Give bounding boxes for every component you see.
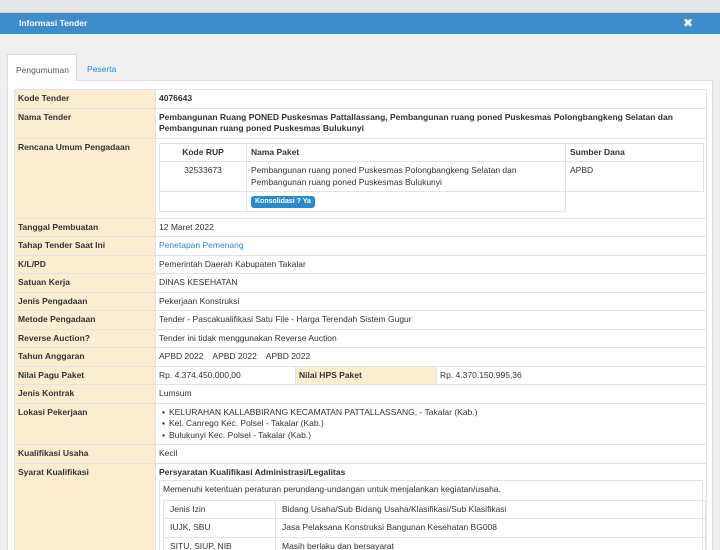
row-jenis-pengadaan: Jenis Pengadaan Pekerjaan Konstruksi	[14, 291, 708, 311]
syarat-key: SITU, SIUP, NIB	[163, 536, 276, 550]
rup-header-sumber: Sumber Dana	[565, 142, 704, 162]
value-nama-tender: Pembangunan Ruang PONED Puskesmas Pattal…	[154, 107, 708, 139]
row-nilai-pagu: Nilai Pagu Paket Rp. 4.374.450.000,00 Ni…	[14, 365, 708, 385]
tab-pengumuman[interactable]: Pengumuman	[7, 54, 77, 81]
row-kualifikasi: Kualifikasi Usaha Kecil	[14, 444, 708, 464]
syarat-value: Bidang Usaha/Sub Bidang Usaha/Klasifikas…	[275, 499, 706, 519]
label-satuan-kerja: Satuan Kerja	[14, 273, 156, 293]
row-klpd: K/L/PD Pemerintah Daerah Kabupaten Takal…	[14, 254, 708, 274]
label-lokasi: Lokasi Pekerjaan	[14, 402, 156, 445]
rup-header-nama: Nama Paket	[246, 142, 566, 162]
label-tahun-anggaran: Tahun Anggaran	[14, 347, 156, 367]
value-jenis-kontrak: Lumsum	[154, 384, 708, 404]
row-lokasi: Lokasi Pekerjaan KELURAHAN KALLABBIRANG …	[14, 402, 708, 445]
row-metode: Metode Pengadaan Tender - Pascakualifika…	[14, 310, 708, 330]
top-strip	[0, 0, 720, 13]
rup-nama: Pembangunan ruang poned Puskesmas Polong…	[246, 161, 566, 192]
label-nilai-hps: Nilai HPS Paket	[295, 365, 437, 385]
syarat-value: Masih berlaku dan bersayarat	[275, 536, 706, 550]
tab-bar: Pengumuman Peserta	[7, 54, 713, 81]
tab-peserta[interactable]: Peserta	[79, 54, 124, 81]
syarat-note: Memenuhi ketentuan peraturan perundang-u…	[163, 484, 501, 494]
row-kode-tender: Kode Tender 4076643	[14, 89, 708, 109]
list-item: Bulukunyi Kec. Polsel - Takalar (Kab.)	[162, 430, 703, 442]
value-klpd: Pemerintah Daerah Kabupaten Takalar	[154, 254, 708, 274]
label-tanggal: Tanggal Pembuatan	[14, 217, 156, 237]
rup-sumber: APBD	[565, 161, 704, 192]
label-metode: Metode Pengadaan	[14, 310, 156, 330]
label-nilai-pagu: Nilai Pagu Paket	[14, 365, 156, 385]
label-kualifikasi: Kualifikasi Usaha	[14, 444, 156, 464]
rup-header-kode: Kode RUP	[159, 142, 247, 162]
row-syarat: Syarat Kualifikasi Persyaratan Kualifika…	[14, 462, 708, 550]
row-tanggal: Tanggal Pembuatan 12 Maret 2022	[14, 217, 708, 237]
row-nama-tender: Nama Tender Pembangunan Ruang PONED Pusk…	[14, 107, 708, 139]
tahap-link[interactable]: Penetapan Pemenang	[159, 240, 244, 250]
label-tahap: Tahap Tender Saat Ini	[14, 236, 156, 256]
value-tahun-anggaran: APBD 2022 APBD 2022 APBD 2022	[154, 347, 708, 367]
row-satuan-kerja: Satuan Kerja DINAS KESEHATAN	[14, 273, 708, 293]
syarat-key: Jenis Izin	[163, 499, 276, 519]
rup-empty-2	[566, 192, 704, 212]
value-satuan-kerja: DINAS KESEHATAN	[154, 273, 708, 293]
syarat-heading: Persyaratan Kualifikasi Administrasi/Leg…	[159, 466, 346, 477]
list-item: Kel. Canrego Kec. Polsel - Takalar (Kab.…	[162, 418, 703, 430]
value-reverse-auction: Tender ini tidak menggunakan Reverse Auc…	[154, 328, 708, 348]
value-jenis-pengadaan: Pekerjaan Konstruksi	[154, 291, 708, 311]
syarat-table: Jenis Izin Bidang Usaha/Sub Bidang Usaha…	[163, 499, 706, 550]
label-kode-tender: Kode Tender	[14, 89, 156, 109]
label-jenis-pengadaan: Jenis Pengadaan	[14, 291, 156, 311]
rup-table: Kode RUP Nama Paket Sumber Dana 32533673…	[159, 142, 704, 212]
lokasi-list: KELURAHAN KALLABBIRANG KECAMATAN PATTALL…	[159, 407, 703, 442]
value-lokasi: KELURAHAN KALLABBIRANG KECAMATAN PATTALL…	[154, 402, 708, 445]
modal-header: Informasi Tender ✖	[0, 13, 720, 34]
label-jenis-kontrak: Jenis Kontrak	[14, 384, 156, 404]
tender-info-modal: Informasi Tender ✖ Pengumuman Peserta Ko…	[0, 13, 720, 550]
value-kualifikasi: Kecil	[154, 444, 708, 464]
rup-kode: 32533673	[159, 161, 247, 192]
value-rup: Kode RUP Nama Paket Sumber Dana 32533673…	[154, 137, 708, 219]
tab-panel-pengumuman: Kode Tender 4076643 Nama Tender Pembangu…	[7, 81, 713, 550]
row-rup: Rencana Umum Pengadaan Kode RUP Nama Pak…	[14, 137, 708, 219]
value-kode-tender: 4076643	[154, 89, 708, 109]
row-reverse-auction: Reverse Auction? Tender ini tidak menggu…	[14, 328, 708, 348]
syarat-box: Memenuhi ketentuan peraturan perundang-u…	[159, 480, 706, 550]
syarat-value: Jasa Pelaksana Konstruksi Bangunan Keseh…	[275, 518, 706, 538]
konsolidasi-badge: Konsolidasi ? Ya	[251, 196, 315, 208]
rup-badge-cell: Konsolidasi ? Ya	[246, 191, 566, 212]
rup-empty	[159, 191, 247, 212]
label-nama-tender: Nama Tender	[14, 107, 156, 139]
list-item: KELURAHAN KALLABBIRANG KECAMATAN PATTALL…	[162, 407, 703, 419]
syarat-key: IUJK, SBU	[163, 518, 276, 538]
value-metode: Tender - Pascakualifikasi Satu File - Ha…	[154, 310, 708, 330]
table-row: IUJK, SBU Jasa Pelaksana Konstruksi Bang…	[163, 518, 706, 538]
row-jenis-kontrak: Jenis Kontrak Lumsum	[14, 384, 708, 404]
table-row: Jenis Izin Bidang Usaha/Sub Bidang Usaha…	[163, 499, 706, 519]
label-klpd: K/L/PD	[14, 254, 156, 274]
label-rup: Rencana Umum Pengadaan	[14, 137, 156, 219]
tender-detail-table: Kode Tender 4076643 Nama Tender Pembangu…	[14, 89, 708, 550]
label-reverse-auction: Reverse Auction?	[14, 328, 156, 348]
value-tanggal: 12 Maret 2022	[154, 217, 708, 237]
row-tahap: Tahap Tender Saat Ini Penetapan Pemenang	[14, 236, 708, 256]
value-tahap: Penetapan Pemenang	[154, 236, 708, 256]
row-tahun-anggaran: Tahun Anggaran APBD 2022 APBD 2022 APBD …	[14, 347, 708, 367]
close-icon[interactable]: ✖	[683, 17, 693, 29]
label-syarat: Syarat Kualifikasi	[14, 462, 156, 550]
modal-title: Informasi Tender	[19, 18, 88, 28]
value-nilai-pagu: Rp. 4.374.450.000,00	[155, 365, 296, 385]
value-nilai-hps: Rp. 4.370.150.995,36	[435, 365, 708, 385]
value-syarat: Persyaratan Kualifikasi Administrasi/Leg…	[154, 462, 708, 550]
table-row: SITU, SIUP, NIB Masih berlaku dan bersay…	[163, 536, 706, 550]
